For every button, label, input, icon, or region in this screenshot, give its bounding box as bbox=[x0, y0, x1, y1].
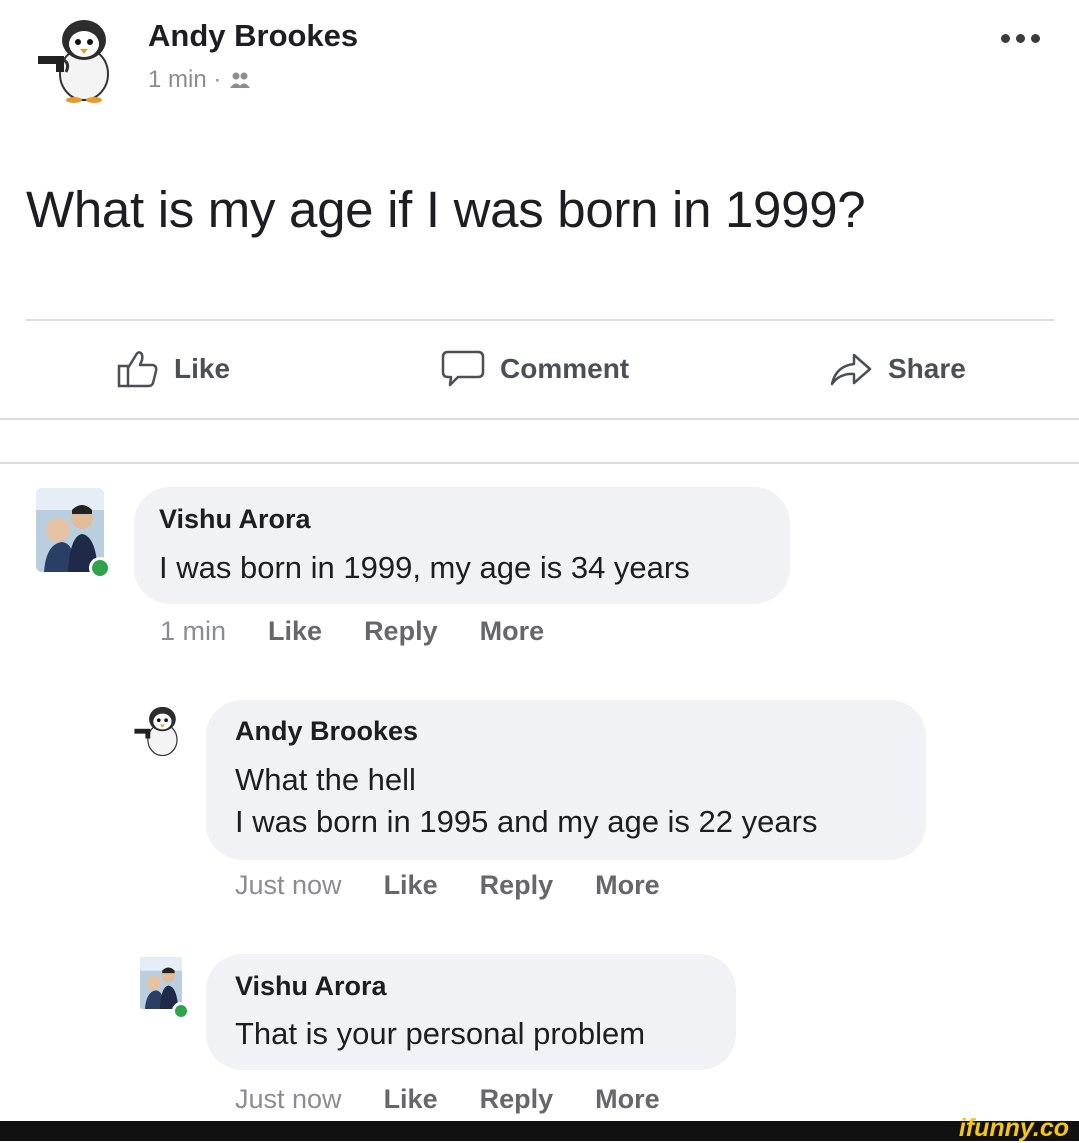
post-text: What is my age if I was born in 1999? bbox=[26, 181, 866, 238]
comment-like-link[interactable]: Like bbox=[384, 1084, 438, 1115]
comment-like-link[interactable]: Like bbox=[384, 870, 438, 901]
post-meta: 1 min · bbox=[148, 66, 251, 94]
comment-button[interactable]: Comment bbox=[440, 336, 629, 402]
watermark-bar bbox=[0, 1121, 1079, 1141]
comment-author[interactable]: Vishu Arora bbox=[235, 971, 387, 1002]
comment-like-link[interactable]: Like bbox=[268, 616, 322, 647]
post-options-button[interactable] bbox=[1001, 28, 1045, 48]
comment-text-line: What the hell bbox=[235, 762, 416, 797]
comment-time[interactable]: Just now bbox=[235, 870, 342, 901]
reply-author-avatar[interactable] bbox=[132, 702, 188, 758]
post-action-bar: Like Comment Share bbox=[0, 336, 1079, 402]
share-button[interactable]: Share bbox=[828, 336, 966, 402]
divider bbox=[0, 462, 1079, 464]
comment-time[interactable]: 1 min bbox=[160, 616, 226, 647]
comment-text: I was born in 1999, my age is 34 years bbox=[159, 550, 690, 585]
comment-author[interactable]: Vishu Arora bbox=[159, 504, 311, 535]
post-time[interactable]: 1 min · bbox=[148, 66, 221, 94]
share-label: Share bbox=[888, 353, 966, 384]
comment-actions: Just now Like Reply More bbox=[235, 870, 660, 901]
share-icon bbox=[830, 353, 872, 386]
online-status-icon bbox=[89, 557, 111, 579]
dot bbox=[1016, 33, 1025, 43]
comment-text: That is your personal problem bbox=[235, 1016, 646, 1051]
thumbs-up-icon bbox=[117, 351, 158, 388]
comment-icon bbox=[441, 350, 485, 387]
divider bbox=[26, 319, 1054, 321]
comment-reply-link[interactable]: Reply bbox=[364, 616, 438, 647]
penguin-avatar-icon bbox=[38, 20, 109, 103]
comment-more-link[interactable]: More bbox=[595, 1084, 660, 1115]
comment-author[interactable]: Andy Brookes bbox=[235, 716, 418, 747]
post-author-name[interactable]: Andy Brookes bbox=[148, 18, 358, 54]
online-status-icon bbox=[172, 1002, 190, 1020]
comment-reply-link[interactable]: Reply bbox=[480, 870, 554, 901]
comment-actions: Just now Like Reply More bbox=[235, 1084, 660, 1115]
comment-label: Comment bbox=[500, 353, 630, 384]
comment-more-link[interactable]: More bbox=[595, 870, 660, 901]
comment-time[interactable]: Just now bbox=[235, 1084, 342, 1115]
dot bbox=[1001, 33, 1010, 43]
like-label: Like bbox=[174, 353, 231, 384]
penguin-avatar-icon bbox=[134, 706, 178, 757]
friends-icon bbox=[230, 72, 251, 88]
comment-more-link[interactable]: More bbox=[480, 616, 545, 647]
comment-actions: 1 min Like Reply More bbox=[160, 616, 544, 647]
comment-text-line: I was born in 1995 and my age is 22 year… bbox=[235, 804, 818, 839]
post-author-avatar[interactable] bbox=[34, 12, 126, 104]
watermark-logo: ifunny.co bbox=[958, 1114, 1069, 1142]
like-button[interactable]: Like bbox=[116, 336, 230, 402]
comment-reply-link[interactable]: Reply bbox=[480, 1084, 554, 1115]
dot bbox=[1031, 33, 1040, 43]
divider bbox=[0, 418, 1079, 420]
